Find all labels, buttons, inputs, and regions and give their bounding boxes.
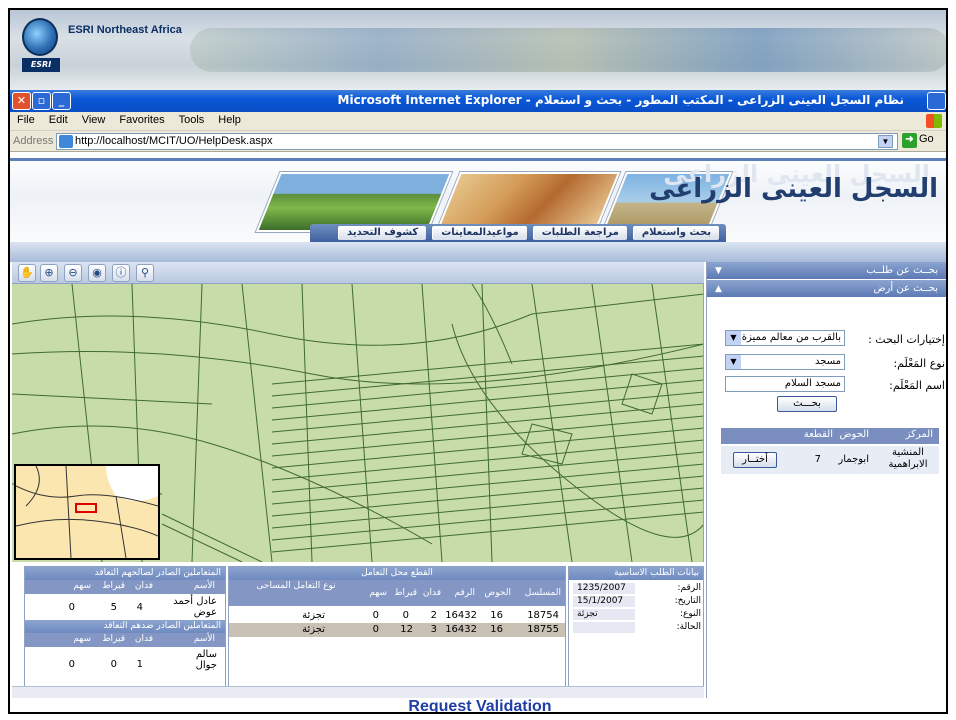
header-photo-fields: [255, 172, 453, 232]
search-button[interactable]: بحـــث: [777, 396, 837, 412]
overview-map[interactable]: [14, 464, 160, 560]
results-row: المنشية الابراهمية ابوجمار 7 أختــار: [721, 446, 939, 474]
slide-frame: ESRI ESRI Northeast Africa نظام السجل ال…: [8, 8, 948, 714]
esri-banner: ESRI ESRI Northeast Africa: [10, 10, 946, 90]
request-type: تجزئة: [573, 609, 635, 620]
chevron-down-icon[interactable]: ▼: [878, 135, 893, 148]
zoom-in-icon[interactable]: ⊕: [40, 264, 58, 282]
globe-icon: [22, 18, 58, 56]
counterparties-title: المتعاملين الصادر ضدهم التعاقد: [25, 620, 225, 633]
map-view[interactable]: [12, 284, 704, 562]
restore-button[interactable]: ▫: [32, 92, 51, 110]
landmark-type-label: نوع المَعْلَم:: [893, 357, 945, 370]
table-row[interactable]: عادل أحمد عوض 4 5 0: [25, 594, 225, 620]
zoom-out-icon[interactable]: ⊖: [64, 264, 82, 282]
beneficiaries-title: المتعاملين الصادر لصالحهم التعاقد: [25, 567, 225, 580]
select-button[interactable]: أختــار: [733, 452, 777, 468]
menu-tools[interactable]: Tools: [172, 112, 212, 126]
app-header: السجل العينى الزراعى السجل العينى الزراع…: [10, 152, 946, 262]
search-options-label: إختيارات البحث :: [868, 333, 945, 346]
collapse-icon: ▲: [715, 284, 722, 294]
results-header: المركز الحوض القطعة: [721, 428, 939, 444]
menu-view[interactable]: View: [75, 112, 113, 126]
section-search-request[interactable]: ▼ بحــث عن طلــب: [707, 262, 946, 280]
landmark-name-input[interactable]: مسجد السلام: [725, 376, 845, 392]
request-date: 15/1/2007: [573, 596, 635, 607]
window-title: نظام السجل العينى الزراعى - المكتب المطو…: [337, 93, 904, 107]
parcels-table-header: المسلسل الحوض الرقم فدان قيراط سهم نوع ا…: [229, 580, 565, 606]
request-number: 1235/2007: [573, 583, 635, 594]
nav-tabs: بحث واستعلام مراجعة الطلبات مواعيدالمعاي…: [310, 224, 726, 242]
chevron-down-icon: ▼: [726, 355, 741, 369]
parcels-panel: القطع محل التعامل المسلسل الحوض الرقم فد…: [228, 566, 566, 698]
app-title: السجل العينى الزراعى: [649, 174, 938, 204]
chevron-down-icon: ▼: [726, 331, 741, 345]
identify-icon[interactable]: ⓘ: [112, 264, 130, 282]
basic-data-panel: بيانات الطلب الاساسية الرقم: 1235/2007 ال…: [568, 566, 704, 698]
window-titlebar: نظام السجل العينى الزراعى - المكتب المطو…: [10, 90, 946, 112]
go-arrow-icon: ➜: [902, 133, 917, 148]
request-status: [573, 622, 635, 633]
address-bar: Address http://localhost/MCIT/UO/HelpDes…: [10, 131, 946, 152]
map-toolbar: ✋ ⊕ ⊖ ◉ ⓘ ⚲: [12, 262, 704, 284]
tab-review-requests[interactable]: مراجعة الطلبات: [532, 226, 627, 240]
parties-panel: المتعاملين الصادر لصالحهم التعاقد الأسم …: [24, 566, 226, 698]
beneficiaries-header: الأسم فدان قيراط سهم: [25, 580, 225, 594]
banner-imagery: [190, 28, 946, 72]
landmark-type-select[interactable]: مسجد ▼: [725, 354, 845, 370]
basic-data-title: بيانات الطلب الاساسية: [569, 567, 703, 580]
page-icon: [59, 135, 73, 148]
address-url: http://localhost/MCIT/UO/HelpDesk.aspx: [75, 135, 273, 147]
close-icon[interactable]: ✕: [12, 92, 31, 110]
menu-help[interactable]: Help: [211, 112, 248, 126]
esri-logo: ESRI: [22, 58, 60, 72]
address-input[interactable]: http://localhost/MCIT/UO/HelpDesk.aspx ▼: [56, 133, 898, 150]
counterparties-header: الأسم فدان قيراط سهم: [25, 633, 225, 647]
tab-inspections[interactable]: مواعيدالمعاينات: [432, 226, 527, 240]
menu-bar: File Edit View Favorites Tools Help: [10, 112, 946, 131]
menu-favorites[interactable]: Favorites: [112, 112, 171, 126]
tab-search[interactable]: بحث واستعلام: [632, 226, 719, 240]
section-search-land[interactable]: ▲ بحــث عن أرض: [707, 280, 946, 298]
find-icon[interactable]: ⚲: [136, 264, 154, 282]
windows-logo-icon: [926, 114, 942, 128]
company-name: ESRI Northeast Africa: [68, 24, 182, 36]
table-row[interactable]: 18754 16 16432 2 0 0 تجزئة: [229, 609, 565, 623]
landmark-name-label: اسم المَعْلَم:: [889, 379, 945, 392]
horizontal-scrollbar[interactable]: [12, 686, 704, 698]
go-button[interactable]: ➜ Go: [902, 133, 934, 148]
table-row[interactable]: 18755 16 16432 3 12 0 تجزئة: [229, 623, 565, 637]
minimize-button[interactable]: _: [52, 92, 71, 110]
slide-caption: Request Validation: [408, 698, 552, 714]
pan-icon[interactable]: ✋: [18, 264, 36, 282]
menu-file[interactable]: File: [10, 112, 42, 126]
address-label: Address: [13, 135, 54, 147]
tab-boundary-reports[interactable]: كشوف التحديد: [338, 226, 427, 240]
search-panel: ▼ بحــث عن طلــب ▲ بحــث عن أرض إختيارات ا…: [706, 262, 946, 698]
expand-icon: ▼: [715, 266, 722, 276]
search-options-select[interactable]: بالقرب من معالم مميزة ▼: [725, 330, 845, 346]
app-icon: [927, 92, 946, 110]
overview-graphic: [16, 466, 158, 558]
full-extent-icon[interactable]: ◉: [88, 264, 106, 282]
parcels-title: القطع محل التعامل: [229, 567, 565, 580]
table-row[interactable]: سالم جوال 1 0 0: [25, 647, 225, 673]
header-photo-ancient: [435, 172, 621, 232]
menu-edit[interactable]: Edit: [42, 112, 75, 126]
